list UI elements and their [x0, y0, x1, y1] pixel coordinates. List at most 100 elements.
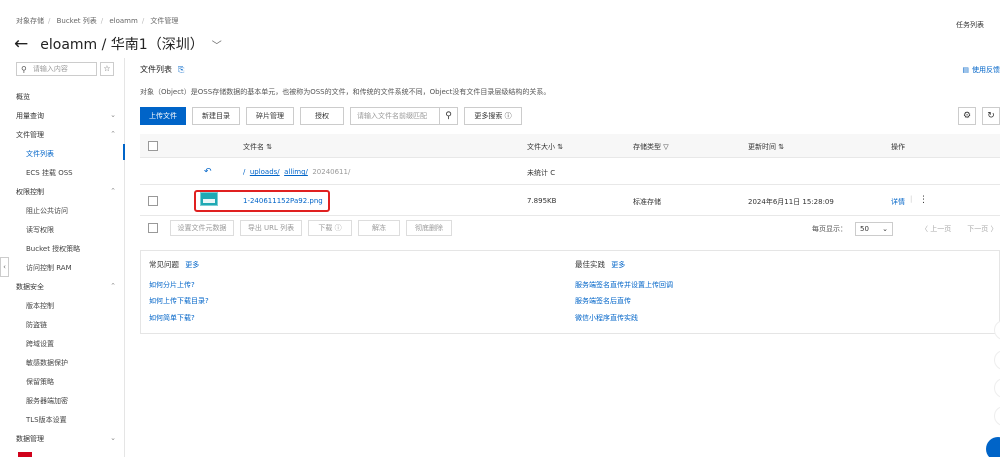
sidebar-item-retention[interactable]: 保留策略	[26, 377, 130, 387]
faq-link-download[interactable]: 如何简单下载?	[149, 313, 195, 323]
per-page-select[interactable]: 50 ⌄	[855, 222, 893, 236]
chevron-up-icon: ⌃	[110, 130, 116, 138]
path-root[interactable]: /	[243, 168, 245, 176]
sidebar-item-overview[interactable]: 概览	[16, 92, 120, 102]
header-updated[interactable]: 更新时间 ⇅	[748, 142, 784, 152]
faq-more-link[interactable]: 更多	[185, 261, 199, 269]
doc-icon[interactable]: ⎘	[178, 65, 184, 75]
title-row: ← eloamm / 华南1（深圳） ﹀	[14, 34, 222, 54]
new-dir-button[interactable]: 新建目录	[192, 107, 240, 125]
chevron-down-icon: ⌄	[110, 434, 116, 442]
detail-link[interactable]: 详情	[891, 197, 905, 207]
more-search-button[interactable]: 更多搜索 ⓘ	[464, 107, 522, 125]
path-row: ↶ / uploads/ allimg/ 20240611/ 未统计 C	[140, 159, 1000, 185]
sidebar-item-ram[interactable]: 访问控制 RAM	[26, 263, 130, 273]
sidebar-search-input[interactable]: ⚲ 请输入内容	[16, 62, 97, 76]
table-header: 文件名 ⇅ 文件大小 ⇅ 存储类型 ▽ 更新时间 ⇅ 操作	[140, 134, 1000, 158]
sidebar-item-file-mgmt[interactable]: 文件管理 ⌃	[16, 130, 120, 140]
sidebar-item-access-control[interactable]: 权限控制 ⌃	[16, 187, 120, 197]
sidebar-item-bucket-policy[interactable]: Bucket 授权策略	[26, 244, 130, 254]
path-uploads[interactable]: uploads/	[250, 168, 280, 176]
back-dir-icon[interactable]: ↶	[204, 167, 212, 177]
breadcrumb: 对象存储 / Bucket 列表 / eloamm / 文件管理	[16, 17, 179, 25]
select-all-checkbox[interactable]	[148, 141, 158, 151]
path-allimg[interactable]: allimg/	[284, 168, 308, 176]
sidebar-item-data-mgmt[interactable]: 数据管理 ⌄	[16, 434, 120, 444]
best-practice-heading: 最佳实践 更多	[575, 260, 626, 269]
export-url-button[interactable]: 导出 URL 列表	[240, 220, 302, 236]
bp-link-callback[interactable]: 服务端签名直传并设置上传回调	[575, 280, 673, 290]
prev-page-button[interactable]: 〈 上一页	[921, 224, 951, 234]
authorize-button[interactable]: 授权	[300, 107, 344, 125]
float-tool-icon[interactable]	[994, 378, 1000, 398]
feedback-link[interactable]: ▤ 使用反馈	[962, 65, 1000, 75]
sidebar-item-rw-permission[interactable]: 读写权限	[26, 225, 130, 235]
sidebar-item-cors[interactable]: 跨域设置	[26, 339, 130, 349]
highlight-box	[194, 190, 330, 212]
sidebar-item-sensitive-data[interactable]: 敏感数据保护	[26, 358, 130, 368]
bulk-select-checkbox[interactable]	[148, 223, 158, 233]
sidebar-item-tls[interactable]: TLS版本设置	[26, 415, 130, 425]
search-icon[interactable]: ⚲	[439, 108, 457, 124]
star-icon[interactable]: ☆	[100, 62, 114, 76]
unfreeze-button[interactable]: 解冻	[358, 220, 400, 236]
chevron-down-icon: ⌄	[110, 111, 116, 119]
fragment-mgmt-button[interactable]: 碎片管理	[246, 107, 294, 125]
description: 对象（Object）是OSS存储数据的基本单元，也被称为OSS的文件，和传统的文…	[140, 88, 551, 96]
float-tool-icon[interactable]	[994, 406, 1000, 426]
bulk-actions: 设置文件元数据 导出 URL 列表 下载 ⓘ 解冻 彻底删除	[140, 220, 458, 236]
task-list-link[interactable]: 任务列表	[956, 20, 984, 30]
header-size[interactable]: 文件大小 ⇅	[527, 142, 563, 152]
set-metadata-button[interactable]: 设置文件元数据	[170, 220, 234, 236]
faq-panel: 常见问题 更多 如何分片上传? 如何上传下载目录? 如何简单下载? 最佳实践 更…	[140, 250, 1000, 334]
chevron-down-icon[interactable]: ﹀	[212, 37, 222, 52]
action-divider: |	[910, 195, 913, 203]
delete-button[interactable]: 彻底删除	[406, 220, 452, 236]
per-page-label: 每页显示：	[812, 225, 847, 233]
chevron-down-icon: ⌄	[882, 225, 888, 233]
sidebar-item-usage[interactable]: 用量查询 ⌄	[16, 111, 120, 121]
upload-button[interactable]: 上传文件	[140, 107, 186, 125]
assistant-icon[interactable]	[986, 437, 1000, 457]
file-updated: 2024年6月11日 15:28:09	[748, 198, 834, 206]
bp-link-wechat[interactable]: 微信小程序直传实践	[575, 313, 638, 323]
search-icon: ⚲	[21, 64, 27, 74]
collapse-sidebar-icon[interactable]: ‹	[0, 257, 9, 277]
best-practice-more-link[interactable]: 更多	[611, 261, 625, 269]
faq-link-dir[interactable]: 如何上传下载目录?	[149, 296, 209, 306]
row-checkbox[interactable]	[148, 196, 158, 206]
sidebar-item-ecs-mount[interactable]: ECS 挂载 OSS	[26, 168, 130, 178]
path-date: 20240611/	[312, 168, 351, 176]
next-page-button[interactable]: 下一页 〉	[967, 224, 997, 234]
sidebar-item-block-public[interactable]: 阻止公共访问	[26, 206, 130, 216]
sidebar-item-hotlink[interactable]: 防盗链	[26, 320, 130, 330]
chevron-up-icon: ⌃	[110, 282, 116, 290]
breadcrumb-bucket-list[interactable]: Bucket 列表	[57, 17, 97, 25]
sidebar-item-data-security[interactable]: 数据安全 ⌃	[16, 282, 120, 292]
header-name[interactable]: 文件名 ⇅	[243, 142, 272, 152]
settings-icon[interactable]: ⚙	[958, 107, 976, 125]
active-indicator	[123, 144, 125, 160]
path-breadcrumb: / uploads/ allimg/ 20240611/	[243, 168, 350, 176]
float-tool-icon[interactable]	[994, 350, 1000, 370]
refresh-icon[interactable]: ↻	[982, 107, 1000, 125]
file-search-input[interactable]	[351, 108, 439, 124]
page-title: eloamm / 华南1（深圳）	[40, 37, 204, 53]
sidebar-search-placeholder: 请输入内容	[32, 65, 68, 73]
download-button[interactable]: 下载 ⓘ	[308, 220, 352, 236]
header-storage[interactable]: 存储类型 ▽	[633, 142, 669, 152]
more-actions-icon[interactable]: ⋮	[919, 195, 928, 205]
sidebar-item-encryption[interactable]: 服务器端加密	[26, 396, 130, 406]
back-arrow-icon[interactable]: ←	[14, 35, 28, 53]
file-size: 7.895KB	[527, 197, 557, 205]
chevron-up-icon: ⌃	[110, 187, 116, 195]
breadcrumb-oss[interactable]: 对象存储	[16, 17, 44, 25]
faq-link-multipart[interactable]: 如何分片上传?	[149, 280, 195, 290]
path-size[interactable]: 未统计 C	[527, 168, 555, 178]
sidebar-item-file-list[interactable]: 文件列表	[26, 149, 130, 159]
section-title: 文件列表 ⎘	[140, 64, 185, 75]
sidebar-item-versioning[interactable]: 版本控制	[26, 301, 130, 311]
bp-link-direct[interactable]: 服务端签名后直传	[575, 296, 631, 306]
file-storage-class: 标准存储	[633, 198, 661, 206]
breadcrumb-bucket[interactable]: eloamm	[109, 17, 137, 25]
